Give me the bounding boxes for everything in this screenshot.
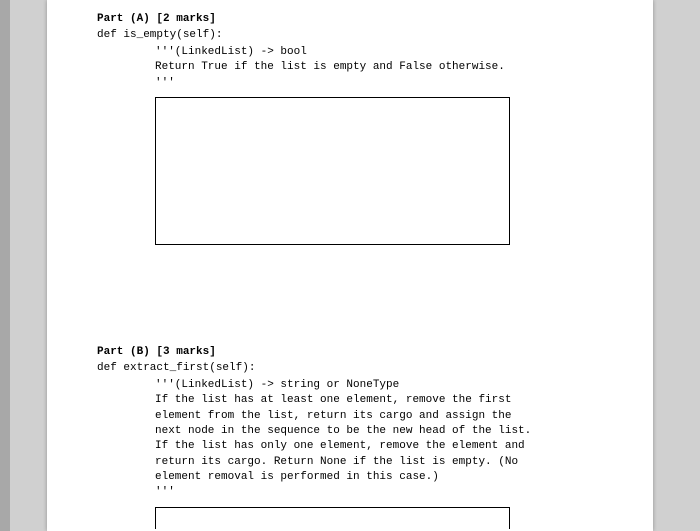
docstring-line: return its cargo. Return None if the lis… <box>155 455 593 470</box>
part-a-section: Part (A) [2 marks] def is_empty(self): '… <box>97 12 593 245</box>
part-a-answer-box[interactable] <box>155 97 510 245</box>
document-page: Part (A) [2 marks] def is_empty(self): '… <box>47 0 653 531</box>
docstring-line: '''(LinkedList) -> bool <box>155 45 593 60</box>
docstring-line: If the list has at least one element, re… <box>155 393 593 408</box>
part-b-header: Part (B) [3 marks] <box>97 345 593 360</box>
part-b-section: Part (B) [3 marks] def extract_first(sel… <box>97 345 593 529</box>
part-b-answer-box[interactable] <box>155 507 510 529</box>
part-a-def: def is_empty(self): <box>97 28 593 43</box>
part-a-docstring: '''(LinkedList) -> bool Return True if t… <box>97 45 593 91</box>
part-b-docstring: '''(LinkedList) -> string or NoneType If… <box>97 378 593 501</box>
scrollbar-left[interactable] <box>0 0 10 531</box>
section-gap <box>97 275 593 345</box>
docstring-line: next node in the sequence to be the new … <box>155 424 593 439</box>
docstring-line: If the list has only one element, remove… <box>155 439 593 454</box>
part-b-def: def extract_first(self): <box>97 361 593 376</box>
docstring-line: '''(LinkedList) -> string or NoneType <box>155 378 593 393</box>
docstring-line: ''' <box>155 485 593 500</box>
docstring-line: element removal is performed in this cas… <box>155 470 593 485</box>
part-a-header: Part (A) [2 marks] <box>97 12 593 27</box>
docstring-line: element from the list, return its cargo … <box>155 409 593 424</box>
docstring-line: Return True if the list is empty and Fal… <box>155 60 593 75</box>
docstring-line: ''' <box>155 76 593 91</box>
